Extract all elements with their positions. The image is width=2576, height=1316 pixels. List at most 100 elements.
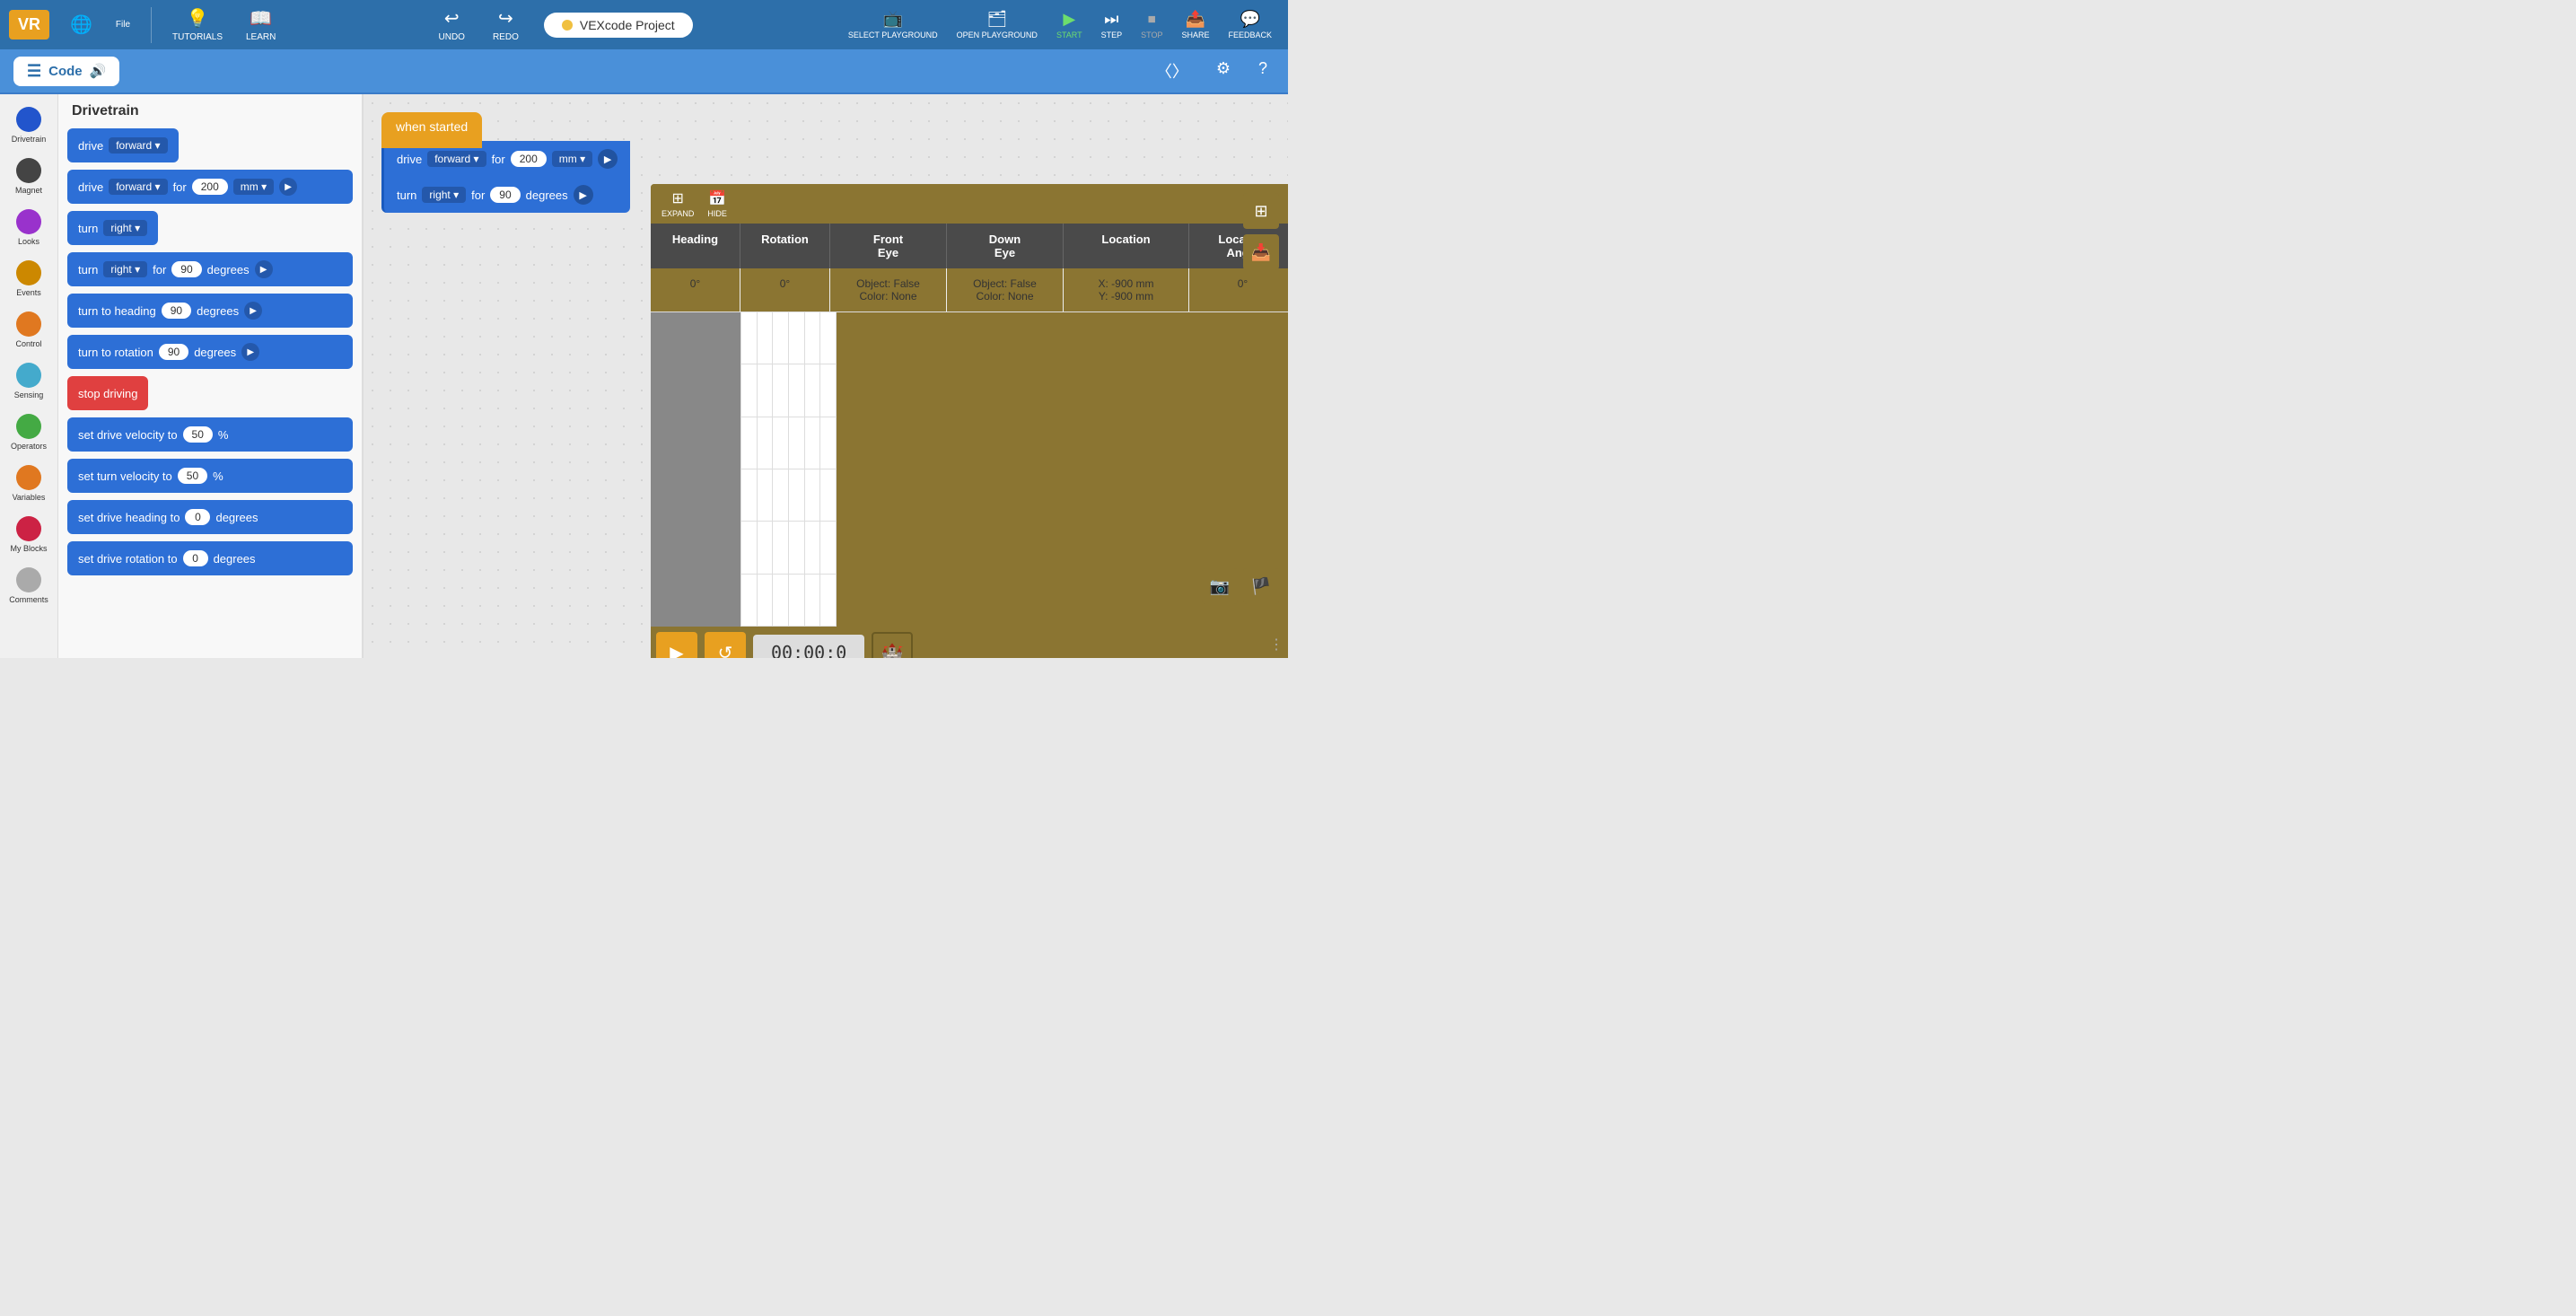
heading-value[interactable]: 90: [162, 303, 191, 319]
block-turn-for[interactable]: turn right ▾ for 90 degrees ▶: [67, 252, 353, 286]
monitor-timer: 00:00:0: [753, 635, 864, 658]
comments-dot: [16, 567, 41, 592]
topbar: VR 🌐 File 💡 TUTORIALS 📖 LEARN ↩ UNDO ↪ R…: [0, 0, 1288, 49]
heading-run-button[interactable]: ▶: [244, 302, 262, 320]
feedback-button[interactable]: 💬 FEEDBACK: [1221, 7, 1279, 42]
sidebar-item-magnet[interactable]: Magnet: [12, 154, 46, 198]
cell-heading: 0°: [651, 268, 740, 311]
block-drive-for[interactable]: drive forward ▾ for 200 mm ▾ ▶: [67, 170, 353, 204]
codebar: ☰ Code 🔊 〈〉 ⚙ ?: [0, 49, 1288, 94]
topbar-separator-1: [151, 7, 152, 43]
turn-degrees-value[interactable]: 90: [171, 261, 201, 277]
help-button[interactable]: ?: [1251, 56, 1275, 86]
cell-location-angle: 0°: [1189, 268, 1288, 311]
drive-velocity-value[interactable]: 50: [183, 426, 213, 443]
sidebar-item-myblocks[interactable]: My Blocks: [6, 513, 50, 557]
ws-drive-val[interactable]: 200: [511, 151, 547, 167]
turn-direction-dropdown[interactable]: right ▾: [103, 220, 147, 236]
share-button[interactable]: 📤 SHARE: [1174, 7, 1216, 42]
block-stop-driving[interactable]: stop driving: [67, 376, 148, 410]
turn-run-button[interactable]: ▶: [255, 260, 273, 278]
open-playground-button[interactable]: 🗂 OPEN PLAYGROUND: [950, 7, 1045, 42]
sidebar-item-control[interactable]: Control: [12, 308, 45, 352]
magnet-dot: [16, 158, 41, 183]
redo-button[interactable]: ↪ REDO: [486, 4, 526, 46]
monitor-play-button[interactable]: ▶: [656, 632, 697, 658]
ws-turn-dir-dropdown[interactable]: right ▾: [422, 187, 466, 203]
cell-front-eye: Object: False Color: None: [830, 268, 947, 311]
when-started-hat[interactable]: when started: [381, 112, 482, 141]
turn-for-direction-dropdown[interactable]: right ▾: [103, 261, 147, 277]
turn-velocity-value[interactable]: 50: [178, 468, 207, 484]
ws-turn-run[interactable]: ▶: [574, 185, 593, 205]
stop-button[interactable]: ⏹ STOP: [1134, 7, 1170, 42]
workspace[interactable]: when started drive forward ▾ for 200 mm …: [364, 94, 1288, 658]
file-menu-button[interactable]: File: [109, 16, 137, 33]
block-drive-forward[interactable]: drive forward ▾: [67, 128, 179, 162]
block-turn-rotation[interactable]: turn to rotation 90 degrees ▶: [67, 335, 353, 369]
topbar-center: ↩ UNDO ↪ REDO VEXcode Project: [292, 4, 832, 46]
undo-button[interactable]: ↩ UNDO: [432, 4, 472, 46]
ws-turn-block[interactable]: turn right ▾ for 90 degrees ▶: [381, 177, 630, 213]
monitor-camera-button[interactable]: 🏰: [872, 632, 913, 658]
project-name[interactable]: VEXcode Project: [544, 13, 693, 38]
block-turn[interactable]: turn right ▾: [67, 211, 158, 245]
camera-corner-button[interactable]: 📷: [1202, 568, 1238, 604]
code-view-button[interactable]: 〈〉: [1149, 56, 1196, 86]
cell-rotation: 0°: [740, 268, 830, 311]
flag-button[interactable]: 🏴: [1243, 568, 1279, 604]
sidebar-item-events[interactable]: Events: [13, 257, 45, 301]
learn-button[interactable]: 📖 LEARN: [239, 4, 283, 46]
myblocks-dot: [16, 516, 41, 541]
start-button[interactable]: ▶ START: [1049, 7, 1090, 42]
drive-distance-value[interactable]: 200: [192, 179, 228, 195]
sidebar-item-operators[interactable]: Operators: [7, 410, 50, 454]
ws-drive-run[interactable]: ▶: [598, 149, 618, 169]
sidebar-item-sensing[interactable]: Sensing: [11, 359, 48, 403]
block-set-drive-velocity[interactable]: set drive velocity to 50 %: [67, 417, 353, 452]
block-turn-heading[interactable]: turn to heading 90 degrees ▶: [67, 294, 353, 328]
control-dot: [16, 311, 41, 337]
drive-unit-dropdown[interactable]: mm ▾: [233, 179, 274, 195]
sidebar: Drivetrain Magnet Looks Events Control S…: [0, 94, 58, 658]
drive-for-direction-dropdown[interactable]: forward ▾: [109, 179, 167, 195]
undo-redo-group: ↩ UNDO ↪ REDO: [432, 4, 526, 46]
block-set-turn-velocity[interactable]: set turn velocity to 50 %: [67, 459, 353, 493]
monitor-reset-button[interactable]: ↺: [705, 632, 746, 658]
expand-icon: ⊞: [671, 189, 683, 207]
sidebar-item-looks[interactable]: Looks: [13, 206, 45, 250]
block-set-drive-rotation[interactable]: set drive rotation to 0 degrees: [67, 541, 353, 575]
drive-rotation-value[interactable]: 0: [183, 550, 208, 566]
monitor-grid: [740, 312, 837, 627]
codebar-right: 〈〉 ⚙ ?: [1149, 56, 1275, 86]
step-button[interactable]: ⏭ STEP: [1094, 7, 1130, 42]
globe-menu-button[interactable]: 🌐: [63, 10, 100, 39]
drive-run-button[interactable]: ▶: [279, 178, 297, 196]
drive-direction-dropdown[interactable]: forward ▾: [109, 137, 167, 154]
ws-drive-unit-dropdown[interactable]: mm ▾: [552, 151, 592, 167]
monitor-table-header: Heading Rotation FrontEye DownEye Locati…: [651, 224, 1288, 268]
drive-heading-value[interactable]: 0: [185, 509, 210, 525]
ws-drive-dir-dropdown[interactable]: forward ▾: [427, 151, 486, 167]
code-tab[interactable]: ☰ Code 🔊: [13, 57, 119, 86]
expand-button[interactable]: ⊞ EXPAND: [662, 189, 694, 218]
header-heading: Heading: [651, 224, 740, 268]
sidebar-item-variables[interactable]: Variables: [9, 461, 49, 505]
select-playground-button[interactable]: 📺 SELECT PLAYGROUND: [841, 7, 945, 42]
robot-view-button[interactable]: 📥: [1243, 234, 1279, 270]
sidebar-item-drivetrain[interactable]: Drivetrain: [8, 103, 50, 147]
monitor-body: [651, 312, 1288, 627]
table-view-button[interactable]: ⊞: [1243, 193, 1279, 229]
playground-view-button[interactable]: ⚙: [1209, 56, 1238, 86]
rotation-value[interactable]: 90: [159, 344, 188, 360]
ws-turn-val[interactable]: 90: [490, 187, 520, 203]
rotation-run-button[interactable]: ▶: [241, 343, 259, 361]
sidebar-item-comments[interactable]: Comments: [5, 564, 52, 608]
hide-button[interactable]: 📅 HIDE: [707, 189, 727, 218]
block-set-drive-heading[interactable]: set drive heading to 0 degrees: [67, 500, 353, 534]
sound-icon[interactable]: 🔊: [90, 63, 107, 79]
variables-dot: [16, 465, 41, 490]
block-stack: drive forward ▾ for 200 mm ▾ ▶ turn righ…: [381, 141, 630, 213]
tutorials-button[interactable]: 💡 TUTORIALS: [165, 4, 230, 46]
operators-dot: [16, 414, 41, 439]
